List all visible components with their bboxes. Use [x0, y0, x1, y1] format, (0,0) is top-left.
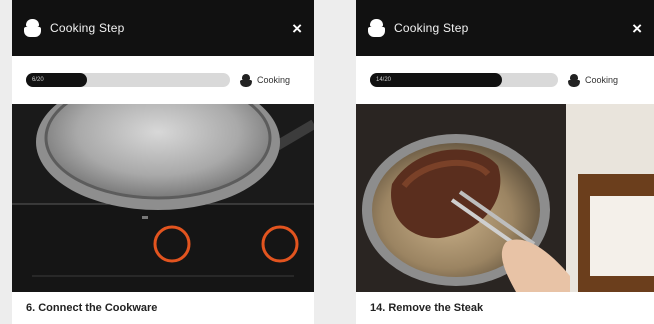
- step-title: 14. Remove the Steak: [370, 302, 484, 314]
- step-progress-fill: 14/20: [370, 73, 502, 87]
- step-progress-bar: 6/20: [26, 73, 230, 87]
- step-photo-steak-in-pan: [356, 104, 654, 292]
- chef-icon: [24, 19, 41, 37]
- header-bar: Cooking Step ×: [12, 0, 314, 56]
- cooking-mode-indicator: Cooking: [568, 73, 619, 87]
- chef-icon: [568, 73, 580, 87]
- cooking-step-screen-2: Cooking Step × 14/20 Cooking 14. Remove …: [356, 0, 654, 324]
- header-bar: Cooking Step ×: [356, 0, 654, 56]
- close-icon[interactable]: ×: [292, 20, 302, 37]
- mode-label: Cooking: [257, 75, 291, 85]
- screen-title: Cooking Step: [50, 21, 125, 35]
- chef-icon: [368, 19, 385, 37]
- close-icon[interactable]: ×: [632, 20, 642, 37]
- cooking-mode-indicator: Cooking: [240, 73, 291, 87]
- mode-label: Cooking: [585, 75, 619, 85]
- cooking-step-screen-1: Cooking Step × 6/20 Cooking 6. Connect t…: [12, 0, 314, 324]
- step-progress-bar: 14/20: [370, 73, 558, 87]
- chef-icon: [240, 73, 252, 87]
- progress-row: 14/20 Cooking: [356, 56, 654, 104]
- progress-row: 6/20 Cooking: [12, 56, 314, 104]
- screen-title: Cooking Step: [394, 21, 469, 35]
- step-photo-cookware-on-induction: [12, 104, 314, 292]
- step-title: 6. Connect the Cookware: [26, 302, 158, 314]
- step-progress-fill: 6/20: [26, 73, 88, 87]
